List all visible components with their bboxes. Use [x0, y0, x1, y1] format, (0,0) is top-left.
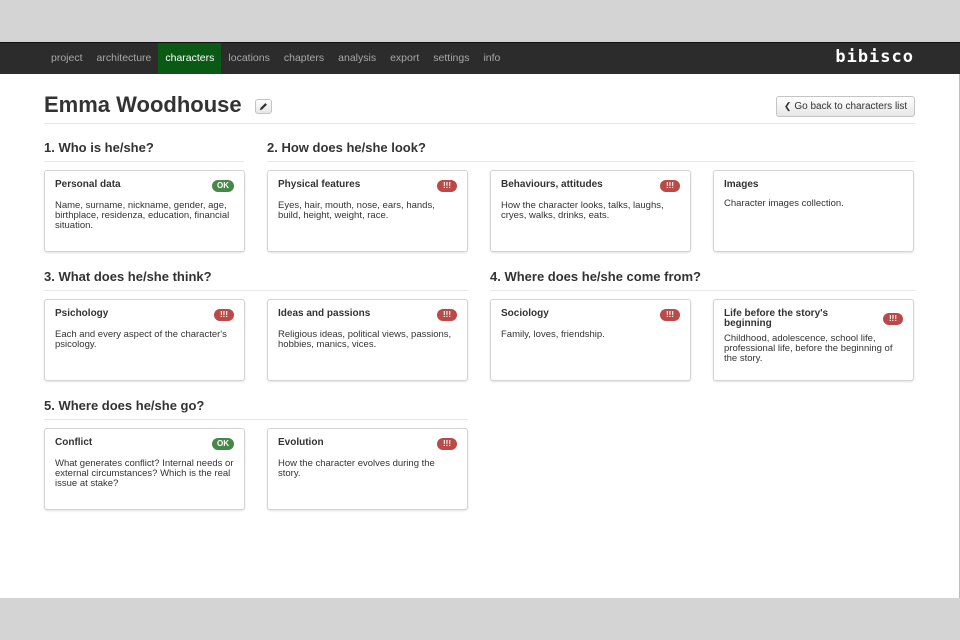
card-title: Conflict — [55, 437, 93, 448]
card-description: Eyes, hair, mouth, nose, ears, hands, bu… — [278, 200, 435, 221]
back-button-label: Go back to characters list — [794, 101, 908, 112]
card-title: Evolution — [278, 437, 324, 448]
card-personal-data[interactable]: Personal data OK Name, surname, nickname… — [44, 170, 245, 252]
status-badge: !!! — [660, 180, 680, 192]
card-title: Psichology — [55, 308, 109, 319]
card-description: Each and every aspect of the character's… — [55, 329, 227, 350]
card-psichology[interactable]: Psichology !!! Each and every aspect of … — [44, 299, 245, 381]
status-badge: !!! — [437, 180, 457, 192]
card-title: Behaviours, attitudes — [501, 179, 603, 190]
status-badge: !!! — [214, 309, 234, 321]
nav-info[interactable]: info — [476, 43, 507, 74]
nav-characters[interactable]: characters — [158, 43, 222, 74]
card-description: Character images collection. — [724, 198, 844, 209]
section-look: 2. How does he/she look? — [267, 140, 915, 162]
card-title: Physical features — [278, 179, 361, 190]
chevron-left-icon: ❮ — [783, 101, 792, 111]
status-badge: OK — [212, 180, 234, 192]
status-badge: !!! — [883, 313, 903, 325]
status-badge: !!! — [437, 309, 457, 321]
section-think: 3. What does he/she think? — [44, 269, 468, 291]
status-badge: OK — [212, 438, 234, 450]
page-header: Emma Woodhouse ❮ Go back to characters l… — [44, 90, 915, 124]
pencil-icon — [259, 103, 267, 111]
back-to-characters-button[interactable]: ❮ Go back to characters list — [776, 96, 915, 117]
card-title: Ideas and passions — [278, 308, 371, 319]
nav-architecture[interactable]: architecture — [90, 43, 159, 74]
section-who: 1. Who is he/she? — [44, 140, 244, 162]
section-come-from: 4. Where does he/she come from? — [490, 269, 915, 291]
card-title: Sociology — [501, 308, 549, 319]
card-conflict[interactable]: Conflict OK What generates conflict? Int… — [44, 428, 245, 510]
brand-logo: bibisco — [835, 47, 914, 67]
nav-export[interactable]: export — [383, 43, 426, 74]
card-description: Family, loves, friendship. — [501, 329, 605, 340]
card-title: Personal data — [55, 179, 121, 190]
nav-settings[interactable]: settings — [426, 43, 476, 74]
card-physical-features[interactable]: Physical features !!! Eyes, hair, mouth,… — [267, 170, 468, 252]
card-description: Childhood, adolescence, school life, pro… — [724, 333, 893, 364]
edit-name-button[interactable] — [255, 99, 272, 114]
nav-project[interactable]: project — [44, 43, 90, 74]
page-title: Emma Woodhouse — [44, 92, 242, 117]
card-title: Images — [724, 179, 759, 190]
card-life-before[interactable]: Life before the story's beginning !!! Ch… — [713, 299, 914, 381]
card-sociology[interactable]: Sociology !!! Family, loves, friendship. — [490, 299, 691, 381]
section-go: 5. Where does he/she go? — [44, 398, 468, 420]
top-navbar: project architecture characters location… — [0, 42, 960, 74]
status-badge: !!! — [660, 309, 680, 321]
card-description: How the character evolves during the sto… — [278, 458, 435, 479]
nav-analysis[interactable]: analysis — [331, 43, 383, 74]
status-badge: !!! — [437, 438, 457, 450]
card-description: Religious ideas, political views, passio… — [278, 329, 452, 350]
card-behaviours[interactable]: Behaviours, attitudes !!! How the charac… — [490, 170, 691, 252]
card-title: Life before the story's beginning — [724, 308, 829, 329]
card-description: How the character looks, talks, laughs, … — [501, 200, 664, 221]
nav-locations[interactable]: locations — [221, 43, 276, 74]
nav-chapters[interactable]: chapters — [277, 43, 331, 74]
card-images[interactable]: Images Character images collection. — [713, 170, 914, 252]
card-evolution[interactable]: Evolution !!! How the character evolves … — [267, 428, 468, 510]
card-ideas-passions[interactable]: Ideas and passions !!! Religious ideas, … — [267, 299, 468, 381]
card-description: What generates conflict? Internal needs … — [55, 458, 234, 489]
card-description: Name, surname, nickname, gender, age, bi… — [55, 200, 230, 231]
main-nav: project architecture characters location… — [44, 43, 507, 74]
app-window: project architecture characters location… — [0, 42, 960, 598]
